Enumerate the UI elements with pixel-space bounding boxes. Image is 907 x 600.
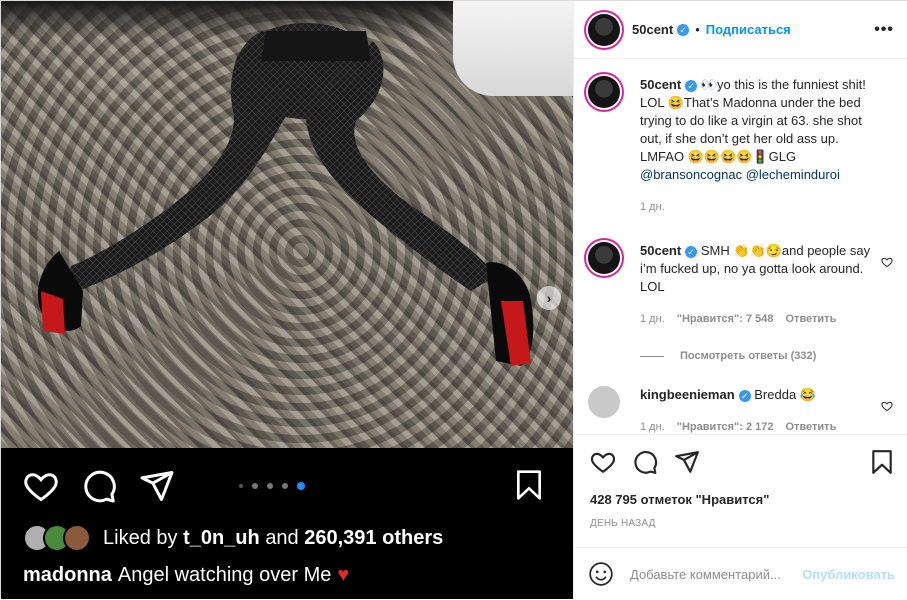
liker-avatars [23, 524, 91, 552]
verified-badge-icon: ✓ [685, 246, 698, 258]
save-bookmark-icon[interactable] [869, 449, 895, 475]
share-icon[interactable] [674, 449, 700, 475]
comment-input[interactable]: Добавьте комментарий... [630, 567, 802, 582]
comment-username[interactable]: kingbeenieman [640, 387, 735, 402]
likes-count[interactable]: 428 795 отметок "Нравится" [590, 492, 769, 507]
red-heart-icon: ♥ [337, 564, 350, 586]
post-actions: 428 795 отметок "Нравится" ДЕНЬ НАЗАД До… [574, 434, 907, 599]
media-overlay-bar: Liked by t_0n_uh and 260,391 others mado… [1, 448, 573, 599]
post-date: ДЕНЬ НАЗАД [590, 518, 656, 529]
caption-text: Angel watching over Me [117, 564, 332, 586]
comment-username[interactable]: 50cent [640, 243, 681, 258]
media-caption-row: madonna Angel watching over Me ♥ [23, 564, 349, 587]
likes-prefix: Liked by [103, 526, 178, 549]
comment-time: 1 дн. [640, 421, 665, 433]
verified-badge-icon: ✓ [738, 390, 751, 402]
comment-likes[interactable]: "Нравится": 7 548 [677, 310, 774, 328]
verified-badge-icon: ✓ [677, 23, 690, 36]
carousel-dot-active [297, 482, 305, 490]
publish-button[interactable]: Опубликовать [802, 567, 895, 582]
avatar[interactable] [588, 76, 620, 108]
carousel-dot [252, 483, 258, 489]
comment-item: kingbeenieman ✓ Bredda 😂 1 дн. "Нравится"… [588, 386, 893, 433]
header-username[interactable]: 50cent [632, 22, 673, 37]
instagram-post-modal: › Liked by t_0n_uh and 260,391 others ma… [0, 0, 907, 599]
comment-like-heart-icon[interactable] [881, 256, 893, 268]
avatar [63, 524, 91, 552]
post-header: 50cent ✓ • Подписаться ••• [574, 1, 907, 59]
verified-badge-icon: ✓ [685, 80, 698, 92]
post-photo [1, 1, 573, 448]
comment-icon[interactable] [632, 449, 658, 475]
media-likes-row: Liked by t_0n_uh and 260,391 others [23, 524, 443, 552]
follow-button[interactable]: Подписаться [706, 22, 791, 37]
add-comment-bar: Добавьте комментарий... Опубликовать [574, 547, 907, 600]
carousel-dot [239, 484, 243, 488]
comment-icon[interactable] [81, 468, 117, 504]
comment-time: 1 дн. [640, 313, 665, 325]
caption-username[interactable]: madonna [23, 564, 112, 586]
carousel-dot [267, 483, 273, 489]
likes-and: and [265, 526, 299, 549]
comment-likes[interactable]: "Нравится": 2 172 [677, 418, 774, 434]
more-options-icon[interactable]: ••• [874, 21, 894, 39]
comments-list: 50cent ✓ 👀yo this is the funniest shit! L… [574, 60, 907, 434]
avatar[interactable] [588, 242, 620, 274]
save-bookmark-icon[interactable] [513, 468, 545, 502]
comment-username[interactable]: 50cent [640, 77, 681, 92]
comment-item: 50cent ✓ SMH 👏👏😏and people say i’m fucked… [588, 242, 893, 325]
comment-text: Bredda 😂 [754, 387, 816, 402]
comment-time: 1 дн. [640, 201, 665, 213]
post-media: › Liked by t_0n_uh and 260,391 others ma… [1, 1, 573, 599]
reply-button[interactable]: Ответить [786, 418, 837, 434]
post-side-panel: 50cent ✓ • Подписаться ••• 50cent ✓ 👀yo t… [573, 1, 907, 599]
reply-button[interactable]: Ответить [786, 310, 837, 328]
avatar[interactable] [588, 13, 620, 46]
separator-dot: • [695, 22, 700, 37]
like-heart-icon[interactable] [23, 468, 59, 504]
share-icon[interactable] [139, 468, 175, 504]
action-buttons [590, 449, 700, 475]
like-heart-icon[interactable] [590, 449, 616, 475]
view-replies-label: Посмотреть ответы (332) [680, 350, 817, 362]
comment-like-heart-icon[interactable] [881, 400, 893, 412]
emoji-smiley-icon[interactable] [588, 561, 614, 587]
avatar[interactable] [588, 386, 620, 418]
likes-others[interactable]: 260,391 others [304, 527, 443, 550]
caption-mentions[interactable]: @bransoncognac @lechemindurоi [640, 167, 840, 182]
photo-figure [37, 23, 534, 366]
view-replies-button[interactable]: Посмотреть ответы (332) [640, 350, 816, 362]
liker-username[interactable]: t_0n_uh [183, 527, 260, 550]
carousel-dot [282, 483, 288, 489]
replies-divider [640, 355, 664, 357]
media-actions [23, 468, 175, 504]
carousel-next-button[interactable]: › [537, 286, 561, 310]
carousel-dots [239, 482, 305, 490]
caption-comment: 50cent ✓ 👀yo this is the funniest shit! L… [588, 76, 893, 213]
